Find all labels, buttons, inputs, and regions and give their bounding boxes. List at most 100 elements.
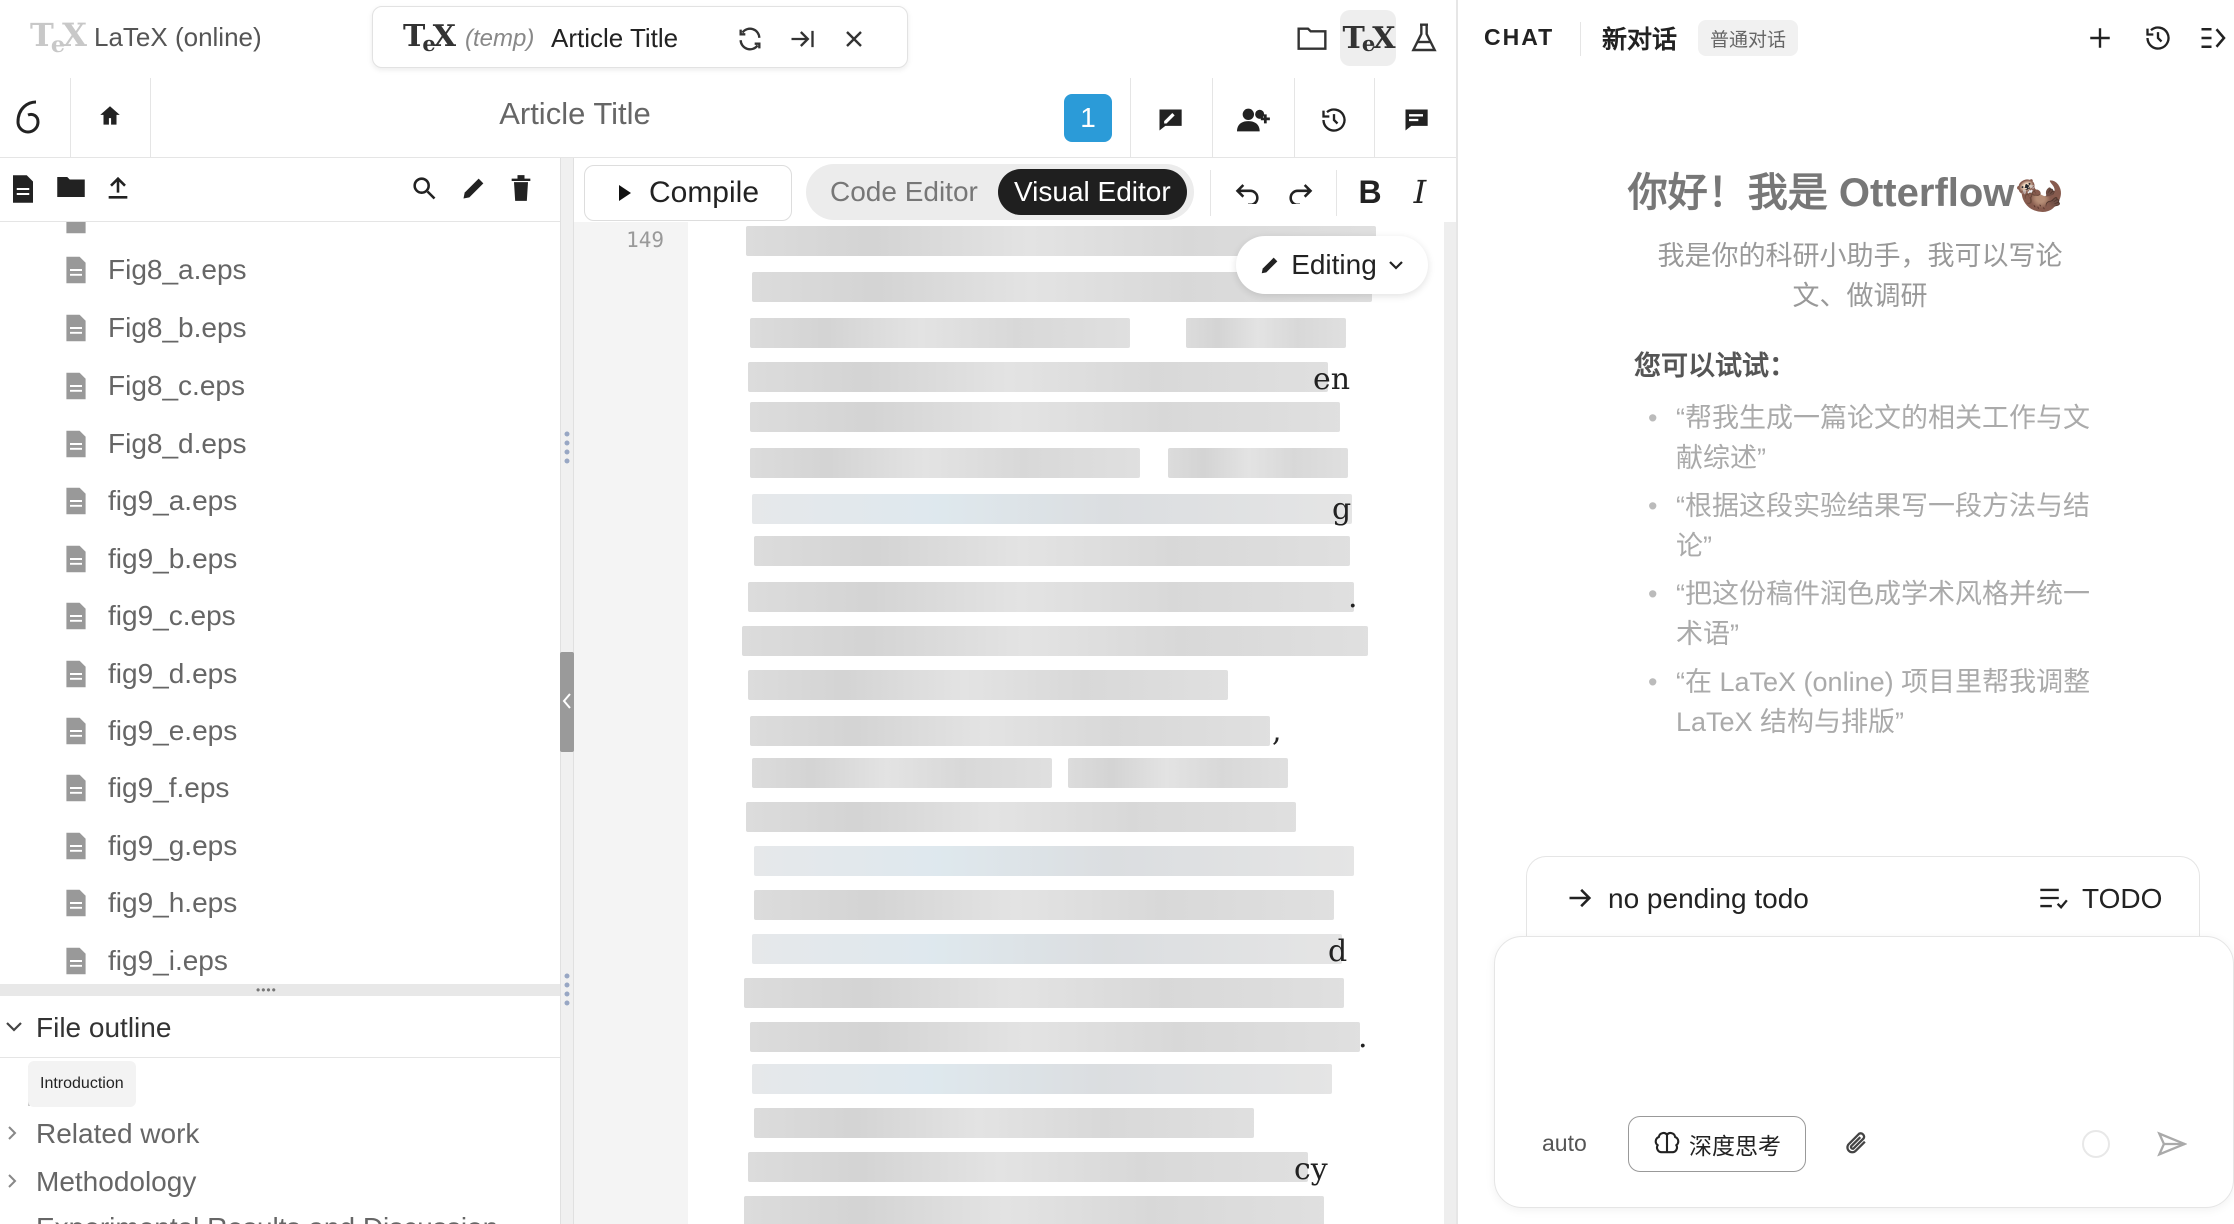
redacted-text-line — [754, 1108, 1254, 1138]
file-item[interactable]: fig9_f.eps — [64, 768, 229, 808]
comments-icon[interactable] — [1396, 100, 1436, 140]
file-icon — [66, 832, 86, 860]
folder-icon[interactable] — [1292, 18, 1332, 58]
divider — [1336, 170, 1337, 216]
outline-item-introduction[interactable]: Introduction — [28, 1061, 136, 1107]
undo-icon[interactable] — [1228, 172, 1268, 212]
file-icon — [66, 256, 86, 284]
drag-grip-icon[interactable] — [563, 430, 571, 466]
outline-header[interactable]: File outline — [0, 1000, 560, 1058]
close-icon[interactable] — [837, 22, 871, 56]
editor-scrollbar[interactable] — [1444, 222, 1456, 1224]
home-icon[interactable] — [90, 96, 130, 136]
suggestion-item[interactable]: “在 LaTeX (online) 项目里帮我调整 LaTeX 结构与排版” — [1648, 662, 2108, 742]
upload-icon[interactable] — [104, 174, 136, 206]
suggestion-item[interactable]: “帮我生成一篇论文的相关工作与文献综述” — [1648, 398, 2108, 478]
outline-item-methodology[interactable]: Methodology — [4, 1166, 544, 1202]
tex-mode-button[interactable]: TeX — [1340, 10, 1396, 66]
line-end-fragment: . — [1348, 580, 1358, 615]
new-folder-icon[interactable] — [56, 174, 88, 206]
redacted-text-line — [752, 1064, 1332, 1094]
redacted-text-line — [752, 758, 1052, 788]
redacted-text-line — [752, 934, 1342, 964]
file-item[interactable]: Fig8_c.eps — [64, 366, 245, 406]
bold-icon[interactable]: B — [1350, 172, 1390, 212]
jump-to-end-icon[interactable] — [785, 22, 819, 56]
visual-editor-tab[interactable]: Visual Editor — [998, 169, 1187, 215]
outline-item-related-work[interactable]: Related work — [4, 1118, 544, 1154]
file-name: Fig8_c.eps — [108, 370, 245, 401]
todo-label[interactable]: TODO — [2082, 883, 2162, 915]
attach-icon[interactable] — [1838, 1124, 1878, 1164]
chat-input[interactable] — [1494, 936, 2234, 1208]
file-name: fig9_a.eps — [108, 485, 238, 516]
outline-item-label: Introduction — [40, 1075, 124, 1092]
history-icon[interactable] — [2138, 18, 2178, 58]
chat-intro: 我是你的科研小助手，我可以写论文、做调研 — [1657, 241, 2063, 311]
file-item[interactable]: fig9_e.eps — [64, 711, 237, 751]
compile-button[interactable]: Compile — [584, 165, 792, 221]
visual-editor-content[interactable]: en g . , d . cy — [688, 222, 1430, 1224]
new-file-icon[interactable] — [10, 174, 42, 206]
line-end-fragment: , — [1272, 714, 1282, 749]
line-end-fragment: d — [1328, 934, 1348, 969]
editing-mode-dropdown[interactable]: Editing — [1236, 236, 1428, 294]
file-item[interactable]: fig9_i.eps — [64, 941, 228, 981]
file-item[interactable]: Fig8_a.eps — [64, 250, 247, 290]
history-icon[interactable] — [1314, 100, 1354, 140]
file-item[interactable]: fig9_d.eps — [64, 654, 237, 694]
collapse-panel-handle[interactable] — [560, 652, 574, 752]
grip-dots-icon: •••• — [256, 983, 277, 997]
collapse-panel-icon[interactable] — [2194, 18, 2234, 58]
file-item[interactable]: Fig8_b.eps — [64, 308, 247, 348]
file-item[interactable] — [64, 222, 108, 240]
document-pill[interactable]: TeX (temp) Article Title — [372, 6, 908, 68]
rename-pencil-icon[interactable] — [460, 174, 492, 206]
redacted-text-line — [748, 362, 1328, 392]
compile-label: Compile — [648, 176, 760, 209]
file-item[interactable]: fig9_b.eps — [64, 539, 237, 579]
chat-greeting: 你好！我是 Otterflow🦦 — [1627, 171, 2065, 215]
redacted-text-line — [744, 978, 1344, 1008]
divider — [1210, 170, 1211, 216]
send-icon[interactable] — [2152, 1124, 2192, 1164]
file-name: fig9_e.eps — [108, 715, 238, 746]
suggestion-item[interactable]: “根据这段实验结果写一段方法与结论” — [1648, 486, 2108, 566]
new-chat-tab[interactable]: 新对话 — [1602, 20, 1677, 56]
file-toolbar — [0, 158, 560, 222]
file-item[interactable]: fig9_a.eps — [64, 481, 237, 521]
redacted-text-line — [748, 1152, 1308, 1182]
file-item[interactable]: fig9_c.eps — [64, 596, 236, 636]
try-label: 您可以试试： — [1634, 351, 1796, 381]
document-title[interactable]: Article Title — [150, 96, 1000, 132]
suggestion-item[interactable]: “把这份稿件润色成学术风格并统一术语” — [1648, 574, 2108, 654]
panel-resize-handle[interactable]: •••• — [0, 984, 560, 996]
redo-icon[interactable] — [1280, 172, 1320, 212]
delete-icon[interactable] — [508, 174, 540, 206]
review-icon[interactable] — [1150, 100, 1190, 140]
notification-badge[interactable]: 1 — [1064, 94, 1112, 142]
todo-status: no pending todo — [1608, 883, 1809, 914]
redacted-text-line — [750, 1022, 1360, 1052]
outline-item-experimental[interactable]: Experimental Results and Discussion — [4, 1212, 544, 1224]
divider — [1212, 78, 1213, 158]
redacted-text-line — [748, 582, 1354, 612]
share-users-icon[interactable] — [1232, 100, 1276, 140]
flask-icon[interactable] — [1404, 18, 1444, 58]
model-mode-selector[interactable]: auto — [1542, 1130, 1587, 1157]
sync-icon[interactable] — [733, 22, 767, 56]
chevron-right-icon — [8, 1126, 17, 1140]
italic-icon[interactable]: I — [1400, 172, 1440, 212]
deep-think-button[interactable]: 深度思考 — [1628, 1116, 1806, 1172]
file-item[interactable]: fig9_g.eps — [64, 826, 237, 866]
file-item[interactable]: fig9_h.eps — [64, 883, 237, 923]
file-item[interactable]: Fig8_d.eps — [64, 424, 247, 464]
drag-grip-icon[interactable] — [563, 972, 571, 1008]
chat-mode-badge[interactable]: 普通对话 — [1698, 20, 1799, 56]
redacted-text-line — [1186, 318, 1346, 348]
file-name: fig9_b.eps — [108, 543, 238, 574]
code-editor-tab[interactable]: Code Editor — [816, 164, 992, 220]
plus-icon[interactable] — [2080, 18, 2120, 58]
file-icon — [66, 660, 86, 688]
search-icon[interactable] — [410, 174, 442, 206]
